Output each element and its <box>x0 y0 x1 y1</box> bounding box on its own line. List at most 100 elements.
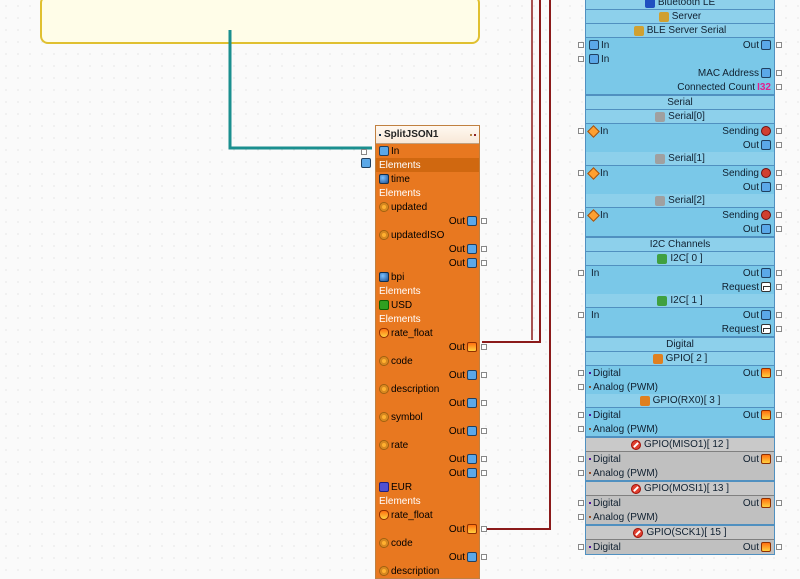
right-port[interactable] <box>776 184 782 190</box>
usd-rate-float-out[interactable]: Out <box>376 340 479 354</box>
right-port[interactable] <box>776 170 782 176</box>
left-port[interactable] <box>578 544 584 550</box>
in-row: In <box>376 144 479 158</box>
splitjson-title: SplitJSON1 <box>384 129 438 140</box>
eur-icon <box>379 482 389 492</box>
spare-out-1[interactable]: Out <box>376 256 479 270</box>
updatediso-out[interactable]: Out <box>376 242 479 256</box>
left-port[interactable] <box>578 514 584 520</box>
gpio2-analog: Analog (PWM) <box>586 380 774 394</box>
right-port[interactable] <box>776 42 782 48</box>
usd-desc-row: description <box>376 382 479 396</box>
out-port-icon <box>761 310 771 320</box>
splitjson-title-bar[interactable]: SplitJSON1 <box>376 126 479 144</box>
digital-icon <box>589 458 591 460</box>
right-port[interactable] <box>776 212 782 218</box>
disabled-icon <box>631 484 641 494</box>
gpio-mosi1-section: GPIO(MOSI1)[ 13 ] Digital Out Analog (PW… <box>585 481 775 525</box>
digital-section: Digital GPIO[ 2 ] Digital Out Analog (PW… <box>585 337 775 437</box>
json-icon <box>379 134 381 136</box>
right-port[interactable] <box>776 128 782 134</box>
left-port[interactable] <box>578 270 584 276</box>
right-port[interactable] <box>776 500 782 506</box>
usd-desc-out[interactable]: Out <box>376 396 479 410</box>
left-port[interactable] <box>578 42 584 48</box>
elements-sub-3: Elements <box>376 312 479 326</box>
eur-rate-float-out[interactable]: Out <box>376 522 479 536</box>
i2c1-header: I2C[ 1 ] <box>586 294 774 308</box>
gpio13-digital: Digital Out <box>586 496 774 510</box>
bluetooth-icon <box>645 0 655 8</box>
i2c0-io: In Out <box>586 266 774 280</box>
diamond-icon <box>587 125 600 138</box>
usd-rate-row: rate <box>376 438 479 452</box>
out-port-icon <box>761 268 771 278</box>
usd-symbol-row: symbol <box>376 410 479 424</box>
usd-icon <box>379 300 389 310</box>
gpio-sck1-15-header: GPIO(SCK1)[ 15 ] <box>586 526 774 540</box>
left-port[interactable] <box>578 412 584 418</box>
left-port[interactable] <box>578 384 584 390</box>
out-port-icon <box>761 140 771 150</box>
disabled-icon <box>633 528 643 538</box>
eur-code-out[interactable]: Out <box>376 550 479 564</box>
sending-led-icon <box>761 126 771 136</box>
in-pin[interactable] <box>361 147 376 159</box>
left-port[interactable] <box>578 456 584 462</box>
left-port[interactable] <box>578 128 584 134</box>
right-port[interactable] <box>776 142 782 148</box>
ble-header: Bluetooth LE <box>586 0 774 10</box>
left-port[interactable] <box>578 470 584 476</box>
gpio-sck1-section: GPIO(SCK1)[ 15 ] Digital Out <box>585 525 775 555</box>
right-port[interactable] <box>776 270 782 276</box>
right-port[interactable] <box>776 70 782 76</box>
right-port[interactable] <box>776 456 782 462</box>
left-port[interactable] <box>578 170 584 176</box>
left-port[interactable] <box>578 426 584 432</box>
usd-symbol-out[interactable]: Out <box>376 424 479 438</box>
serial2-out: Out <box>586 222 774 236</box>
right-port[interactable] <box>776 284 782 290</box>
i2c-icon <box>657 254 667 264</box>
splitjson-node[interactable]: SplitJSON1 In Elements time Elements upd… <box>375 125 480 579</box>
left-port[interactable] <box>578 312 584 318</box>
tool-icon[interactable] <box>474 134 476 136</box>
right-port[interactable] <box>776 326 782 332</box>
sending-led-icon <box>761 168 771 178</box>
i2c-section: I2C Channels I2C[ 0 ] In Out Request I2C… <box>585 237 775 337</box>
right-port[interactable] <box>776 370 782 376</box>
serial-icon <box>655 196 665 206</box>
digital-header: Digital <box>586 338 774 352</box>
field-icon <box>379 440 389 450</box>
i2c0-req: Request <box>586 280 774 294</box>
serial1-sending: In Sending <box>586 166 774 180</box>
out-port-icon <box>761 454 771 464</box>
right-port[interactable] <box>776 84 782 90</box>
config-icon[interactable] <box>470 134 472 136</box>
right-port[interactable] <box>776 312 782 318</box>
eur-code-row: code <box>376 536 479 550</box>
right-port[interactable] <box>776 544 782 550</box>
left-port[interactable] <box>578 370 584 376</box>
eur-row: EUR <box>376 480 479 494</box>
updated-out[interactable]: Out <box>376 214 479 228</box>
serial0-header: Serial[0] <box>586 110 774 124</box>
left-port[interactable] <box>578 56 584 62</box>
digital-icon <box>589 414 591 416</box>
left-port[interactable] <box>578 212 584 218</box>
left-port[interactable] <box>578 500 584 506</box>
right-port[interactable] <box>776 226 782 232</box>
disabled-icon <box>631 440 641 450</box>
right-port[interactable] <box>776 412 782 418</box>
usd-rate-float-row: rate_float <box>376 326 479 340</box>
time-icon <box>379 174 389 184</box>
out-port-icon <box>761 368 771 378</box>
usd-code-out[interactable]: Out <box>376 368 479 382</box>
float-icon <box>379 328 389 338</box>
out-port-icon <box>761 410 771 420</box>
spare-out-2[interactable]: Out <box>376 466 479 480</box>
port-icon <box>379 146 389 156</box>
usd-rate-out[interactable]: Out <box>376 452 479 466</box>
i2c-header: I2C Channels <box>586 238 774 252</box>
digital-icon <box>589 546 591 548</box>
